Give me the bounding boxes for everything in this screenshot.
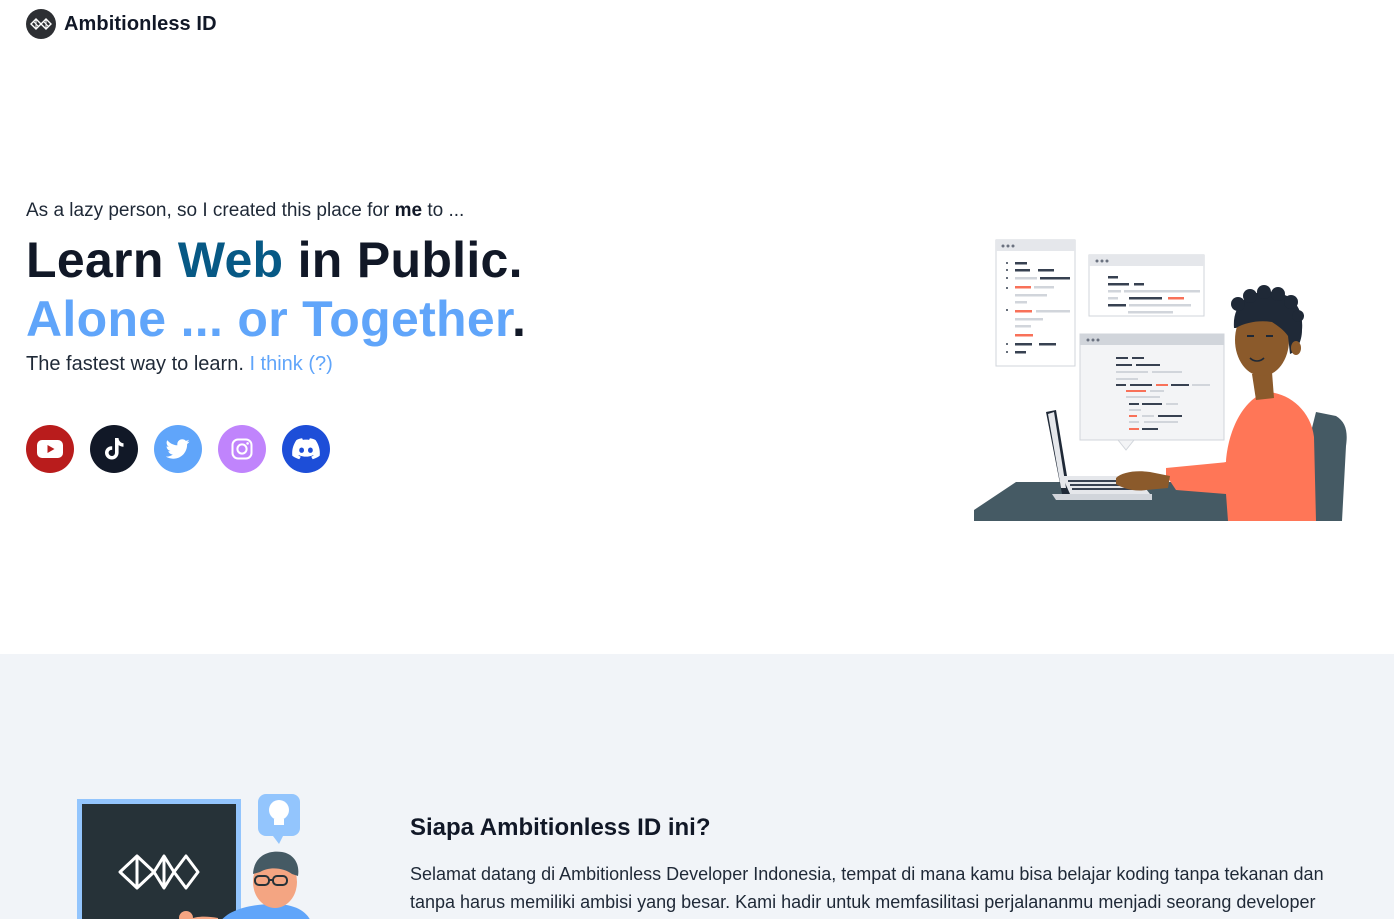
lightbulb-icon [258,794,300,844]
headline-line-2: Alone ... or Together. [26,294,526,344]
headline-period: . [511,291,527,347]
code-window-left-icon [995,239,1076,367]
code-window-center-icon [1079,333,1225,451]
developer-coding-at-laptop-illustration [974,239,1347,521]
discord-link[interactable] [282,425,330,473]
tagline-text-post: to ... [422,200,465,221]
headline-web: Web [177,232,284,288]
teacher-at-blackboard-illustration [77,794,310,919]
subtitle-link[interactable]: I think (?) [249,353,332,375]
headline-alone-together: Alone ... or Together [26,291,512,347]
tiktok-link[interactable] [90,425,138,473]
instagram-link[interactable] [218,425,266,473]
headline-learn: Learn [26,232,178,288]
headline-in-public: in Public. [283,232,523,288]
hero-section: As a lazy person, so I created this plac… [0,0,1394,654]
twitter-icon [166,439,190,459]
instagram-icon [231,438,253,460]
tagline-text-pre: As a lazy person, so I created this plac… [26,200,395,221]
code-window-top-icon [1088,254,1205,317]
subtitle-text: The fastest way to learn. [26,353,250,375]
hero-tagline: As a lazy person, so I created this plac… [26,200,464,222]
youtube-link[interactable] [26,425,74,473]
about-description: Selamat datang di Ambitionless Developer… [410,864,1324,912]
youtube-icon [37,440,63,458]
about-title: Siapa Ambitionless ID ini? [410,814,711,841]
about-section: Siapa Ambitionless ID ini? Selamat datan… [0,654,1394,919]
twitter-link[interactable] [154,425,202,473]
hero-subtitle: The fastest way to learn. I think (?) [26,353,333,376]
tiktok-icon [105,438,124,460]
headline-line-1: Learn Web in Public. [26,235,523,285]
discord-icon [292,438,320,460]
tagline-emphasis: me [394,200,423,221]
social-links [26,425,330,473]
